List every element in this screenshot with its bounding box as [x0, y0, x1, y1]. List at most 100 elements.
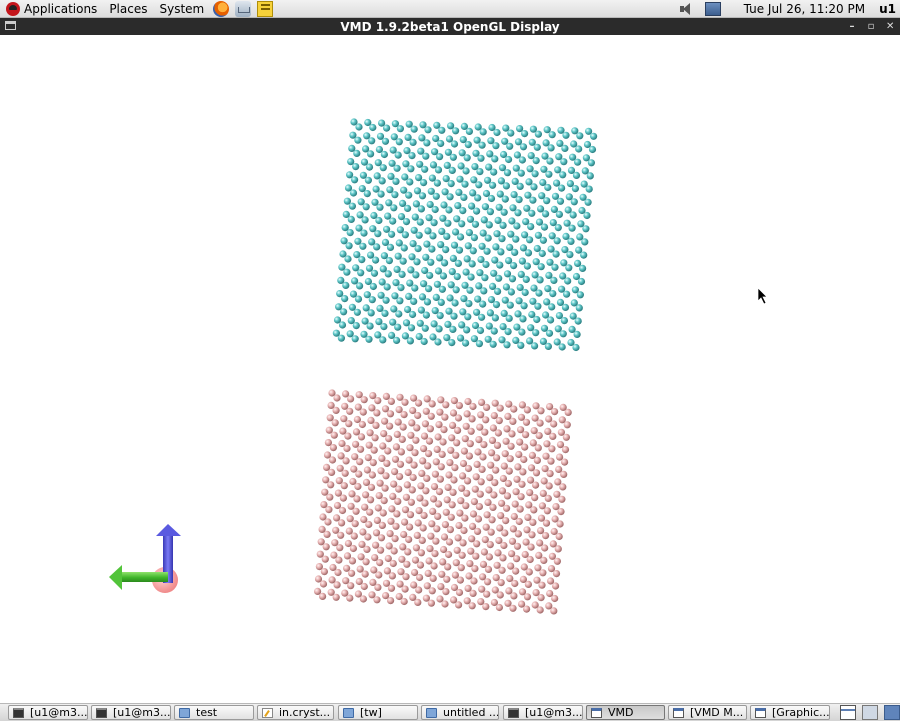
atom — [342, 457, 350, 465]
atom — [471, 220, 480, 228]
atom — [431, 550, 439, 558]
atom — [541, 544, 549, 552]
atom — [468, 415, 476, 423]
terminal-icon — [508, 707, 519, 718]
atom — [388, 572, 396, 580]
atom — [455, 246, 464, 254]
atom — [352, 163, 360, 171]
atom — [506, 142, 514, 150]
atom — [493, 441, 502, 449]
atom — [576, 132, 584, 140]
firefox-icon[interactable] — [213, 0, 230, 17]
atom — [540, 223, 549, 231]
atom — [393, 336, 401, 344]
window-menu-icon[interactable] — [5, 21, 16, 30]
taskbar-item-in-cryst[interactable]: in.cryst... — [257, 705, 334, 720]
atom — [369, 282, 377, 291]
atom — [460, 526, 468, 535]
atom — [567, 237, 575, 245]
atom — [469, 247, 477, 255]
atom — [469, 402, 477, 411]
atom — [494, 429, 502, 437]
atom — [501, 529, 509, 537]
workspace-2-icon[interactable] — [884, 705, 900, 720]
molecule-scene[interactable] — [0, 35, 900, 703]
atom — [474, 527, 482, 536]
atom — [559, 171, 567, 179]
atom — [369, 123, 377, 132]
atom — [368, 137, 376, 145]
atom — [471, 565, 479, 573]
atom — [428, 400, 436, 408]
show-desktop-icon[interactable] — [840, 705, 856, 720]
minimize-button[interactable]: – — [848, 21, 856, 32]
window-title: VMD 1.9.2beta1 OpenGL Display — [340, 19, 560, 34]
atom — [574, 158, 582, 166]
taskbar-item-tw[interactable]: [tw] — [338, 705, 418, 720]
atom — [575, 145, 583, 153]
network-icon[interactable] — [704, 1, 721, 16]
atom — [326, 493, 334, 501]
atom — [568, 224, 576, 232]
atom — [353, 495, 361, 503]
atom — [553, 237, 561, 245]
atom — [359, 242, 367, 250]
atom — [484, 234, 492, 242]
atom — [517, 169, 525, 177]
atom — [482, 416, 490, 424]
atom — [359, 595, 367, 603]
atom — [452, 286, 460, 294]
applications-menu[interactable]: Applications — [0, 0, 103, 17]
workspace-1-icon[interactable] — [862, 705, 878, 720]
mail-icon[interactable] — [235, 0, 252, 17]
atom — [392, 522, 400, 530]
atom — [446, 526, 454, 534]
atom — [357, 445, 365, 453]
system-menu[interactable]: System — [153, 0, 210, 17]
atom — [478, 313, 486, 321]
atom — [354, 482, 362, 491]
taskbar-item-vmd-main[interactable]: [VMD M... — [668, 705, 747, 720]
taskbar-item-terminal-2[interactable]: [u1@m3... — [91, 705, 171, 720]
atom — [430, 562, 438, 570]
taskbar-item-vmd[interactable]: VMD — [586, 705, 665, 720]
maximize-button[interactable]: ▫ — [867, 21, 875, 32]
taskbar-item-terminal-1[interactable]: [u1@m3... — [8, 705, 88, 720]
taskbar-item-test[interactable]: test — [174, 705, 254, 720]
close-button[interactable]: ✕ — [886, 21, 894, 32]
atom — [450, 476, 458, 484]
atom — [401, 398, 409, 406]
atom — [435, 325, 443, 333]
atom — [485, 553, 493, 561]
atom — [499, 221, 507, 229]
atom — [367, 483, 376, 491]
opengl-display[interactable] — [0, 35, 900, 703]
places-menu[interactable]: Places — [103, 0, 153, 17]
atom — [520, 455, 528, 464]
atom — [590, 132, 598, 140]
atom — [527, 223, 535, 231]
atom — [455, 601, 463, 609]
atom — [475, 503, 483, 511]
atom — [492, 301, 501, 309]
taskbar-item-graphics[interactable]: [Graphic... — [750, 705, 830, 720]
atom — [532, 157, 540, 165]
atom — [545, 170, 553, 178]
clock[interactable]: Tue Jul 26, 11:20 PM — [744, 2, 866, 16]
applications-menu-label: Applications — [24, 1, 98, 16]
note-icon[interactable] — [257, 0, 274, 17]
taskbar-item-untitled[interactable]: untitled ... — [421, 705, 499, 720]
atom — [360, 229, 368, 237]
window-title-bar[interactable]: VMD 1.9.2beta1 OpenGL Display – ▫ ✕ — [0, 18, 900, 35]
volume-icon[interactable] — [679, 2, 695, 16]
atom — [554, 224, 562, 232]
atom — [349, 189, 358, 197]
user-menu[interactable]: u1 — [879, 2, 896, 16]
atom — [454, 259, 462, 267]
atom — [383, 283, 391, 291]
atom — [495, 274, 503, 282]
atom — [421, 324, 429, 332]
atom — [508, 275, 517, 283]
atom — [434, 166, 443, 174]
taskbar-item-terminal-3[interactable]: [u1@m3... — [503, 705, 583, 720]
